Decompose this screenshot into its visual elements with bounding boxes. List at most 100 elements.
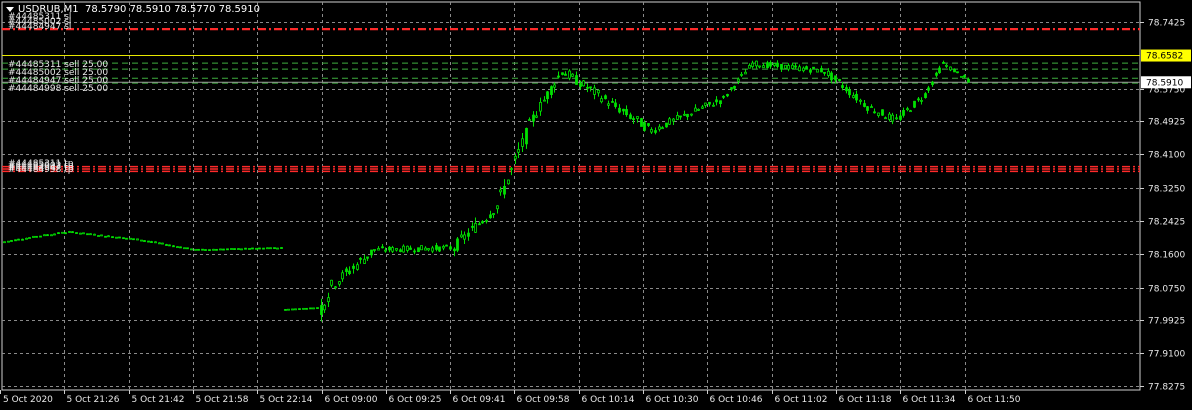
candle-body (269, 247, 272, 250)
candle-body (431, 247, 434, 252)
price-tick-label: 78.2425 (1148, 218, 1185, 228)
sl-order-label: #44484947 sl (8, 22, 71, 32)
candle-body (150, 241, 153, 243)
candle-body (384, 249, 387, 252)
candle-body (640, 118, 643, 127)
candle-body (255, 247, 258, 250)
candle-body (244, 247, 247, 250)
candle-body (190, 248, 193, 251)
chart-window[interactable]: 78.7425 78.5750 78.4925 78.4100 78.3250 78.24… (0, 0, 1192, 410)
candle-body (614, 102, 617, 107)
candle-body (891, 114, 894, 122)
candle-body (456, 238, 459, 251)
candle-body (604, 95, 607, 100)
candle-body (525, 127, 528, 145)
candle-body (507, 179, 510, 185)
candle-body (924, 93, 927, 98)
candle-body (323, 304, 326, 311)
time-tick-label: 5 Oct 22:14 (260, 395, 313, 405)
candle-body (143, 240, 146, 242)
time-tick-label: 6 Oct 10:30 (646, 395, 699, 405)
bid-price-label: 78.5910 (1146, 78, 1183, 88)
candle-body (453, 248, 456, 252)
candle-body (201, 248, 204, 251)
candle-body (665, 122, 668, 128)
candle-body (442, 246, 445, 249)
candle-body (176, 246, 179, 249)
price-chart[interactable]: 78.742578.575078.492578.410078.325078.24… (0, 0, 1192, 410)
candle-body (370, 249, 373, 256)
candle-body (356, 264, 359, 270)
candle-body (427, 248, 430, 251)
candle-body (474, 223, 477, 233)
time-tick-label: 6 Oct 09:58 (517, 395, 570, 405)
chart-menu-arrow-icon[interactable] (6, 6, 14, 12)
candle-body (345, 268, 348, 272)
candle-body (726, 94, 729, 97)
candle-body (168, 244, 171, 247)
candle-body (420, 245, 423, 251)
candle-body (327, 297, 330, 303)
candle-body (68, 231, 71, 233)
price-tick-label: 77.8275 (1148, 383, 1185, 393)
candle-body (845, 87, 848, 92)
candle-body (848, 89, 851, 96)
candle-body (888, 113, 891, 120)
candle-body (906, 108, 909, 111)
candle-body (514, 155, 517, 160)
time-tick-label: 6 Oct 09:25 (389, 395, 442, 405)
candle-body (830, 72, 833, 81)
candle-body (532, 114, 535, 122)
candle-body (719, 100, 722, 105)
candle-body (690, 113, 693, 116)
candle-body (463, 234, 466, 240)
candle-body (597, 89, 600, 94)
candle-body (111, 236, 114, 239)
candle-body (679, 115, 682, 118)
price-tick-label: 77.9100 (1148, 350, 1185, 360)
candle-body (701, 106, 704, 109)
candle-body (683, 113, 686, 116)
candle-body (748, 64, 751, 69)
candle-body (672, 118, 675, 122)
candle-body (208, 249, 211, 251)
candle-body (582, 80, 585, 87)
candle-body (391, 247, 394, 252)
candle-body (625, 109, 628, 116)
candle-body (212, 248, 215, 251)
candle-body (820, 68, 823, 73)
candle-body (366, 256, 369, 259)
candle-body (237, 248, 240, 250)
candle-body (86, 233, 89, 236)
candle-body (704, 102, 707, 106)
candle-body (154, 241, 157, 244)
candle-body (827, 70, 830, 76)
candle-body (377, 248, 380, 251)
time-tick-label: 6 Oct 11:18 (839, 395, 892, 405)
candle-body (956, 71, 959, 74)
candle-body (25, 237, 28, 240)
candle-body (330, 279, 333, 286)
candle-body (550, 86, 553, 95)
candle-body (528, 119, 531, 121)
candle-body (140, 239, 143, 242)
candle-body (305, 307, 308, 310)
candle-body (406, 245, 409, 251)
candle-body (503, 185, 506, 195)
candle-body (136, 238, 139, 241)
candle-body (122, 237, 125, 240)
time-tick-label: 5 Oct 21:58 (196, 395, 249, 405)
candle-body (262, 247, 265, 250)
candle-body (75, 232, 78, 234)
candle-body (460, 234, 463, 238)
candle-body (233, 248, 236, 250)
time-tick-label: 5 Oct 2020 (3, 395, 53, 405)
candle-body (147, 240, 150, 243)
candle-body (557, 75, 560, 78)
candle-body (881, 109, 884, 116)
candle-body (352, 265, 355, 269)
candle-body (575, 75, 578, 85)
candle-body (402, 245, 405, 253)
candle-body (787, 65, 790, 70)
candle-body (79, 232, 82, 235)
